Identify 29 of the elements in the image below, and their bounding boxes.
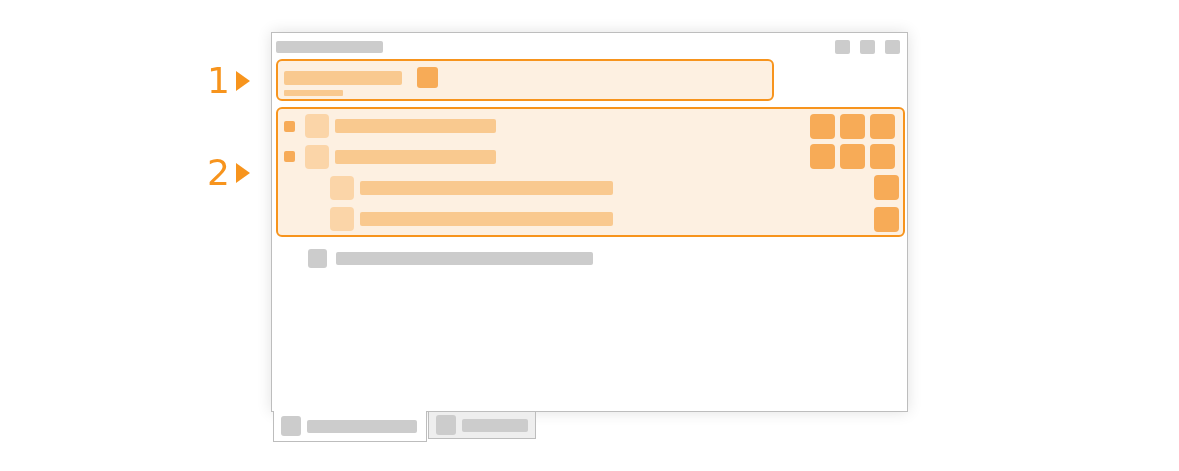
callout-number: 1 (207, 63, 230, 99)
item-icon (330, 175, 354, 200)
action-button[interactable] (810, 113, 835, 139)
callout-number: 2 (207, 155, 230, 191)
tab[interactable] (273, 411, 427, 442)
item-icon (330, 207, 354, 232)
item-icon (305, 144, 329, 169)
pointer-triangle-icon (235, 163, 250, 183)
window-control-button[interactable] (835, 40, 850, 54)
action-button[interactable] (810, 144, 835, 170)
tab-icon (436, 415, 456, 435)
tab-icon (281, 416, 301, 436)
tab[interactable] (428, 411, 536, 439)
header-button[interactable] (417, 67, 438, 88)
action-button[interactable] (870, 144, 895, 170)
toggle-icon[interactable] (284, 120, 295, 132)
item-icon (305, 114, 329, 139)
subtitle-placeholder-bar (284, 90, 343, 96)
action-button[interactable] (840, 113, 865, 139)
window-control-button[interactable] (885, 40, 900, 54)
action-button[interactable] (870, 113, 895, 139)
tab-label-placeholder-bar (462, 418, 528, 432)
pointer-triangle-icon (235, 71, 250, 91)
action-button[interactable] (874, 206, 899, 232)
toggle-icon[interactable] (284, 151, 295, 163)
window-control-button[interactable] (860, 40, 875, 54)
action-button[interactable] (874, 175, 899, 201)
item-icon (308, 248, 327, 268)
action-button[interactable] (840, 144, 865, 170)
